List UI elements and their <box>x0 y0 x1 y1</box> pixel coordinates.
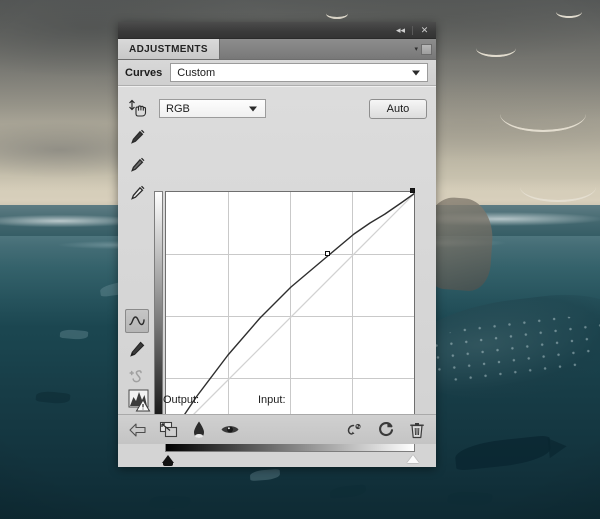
adjustments-panel[interactable]: ◂◂ ✕ ADJUSTMENTS ▾ Curves Custom RGB Aut… <box>118 22 436 467</box>
titlebar-divider <box>412 25 413 35</box>
panel-menu-group[interactable]: ▾ <box>414 39 436 59</box>
histogram-icon[interactable] <box>128 388 154 412</box>
toggle-layer-visibility-icon[interactable] <box>220 420 240 440</box>
curves-tool-strip[interactable] <box>122 125 152 389</box>
curve-point-white[interactable] <box>410 188 415 193</box>
pencil-draw-icon[interactable] <box>125 337 149 361</box>
black-point-eyedropper-icon[interactable] <box>125 125 149 149</box>
collapse-icon[interactable]: ◂◂ <box>393 24 408 37</box>
input-gradient-bar <box>165 443 415 452</box>
preset-value: Custom <box>177 66 216 79</box>
preset-dropdown[interactable]: Custom <box>170 63 428 82</box>
view-previous-state-icon[interactable] <box>345 420 365 440</box>
chevron-down-icon[interactable] <box>249 106 257 111</box>
output-readout: Output: <box>163 394 200 406</box>
edit-points-curve-icon[interactable] <box>125 309 149 333</box>
panel-menu-caret-icon[interactable]: ▾ <box>414 45 418 53</box>
auto-button[interactable]: Auto <box>369 98 427 119</box>
black-input-slider[interactable] <box>162 455 174 466</box>
panel-body: RGB Auto Output: Input: <box>118 86 436 466</box>
clip-to-layer-icon[interactable] <box>158 420 178 440</box>
white-input-slider[interactable] <box>407 455 419 463</box>
channel-value: RGB <box>166 102 190 115</box>
close-icon[interactable]: ✕ <box>417 24 432 37</box>
channel-dropdown[interactable]: RGB <box>159 99 266 118</box>
curves-preset-row: Curves Custom <box>118 60 436 86</box>
white-point-eyedropper-icon[interactable] <box>125 181 149 205</box>
curve-readout-row: Output: Input: <box>118 385 436 415</box>
panel-titlebar: ◂◂ ✕ <box>118 22 436 39</box>
channel-row: RGB Auto <box>118 87 436 123</box>
panel-footer[interactable] <box>118 414 436 444</box>
input-readout: Input: <box>258 394 286 406</box>
curve-point-mid[interactable] <box>325 251 330 256</box>
chevron-down-icon[interactable] <box>412 70 420 75</box>
tab-adjustments[interactable]: ADJUSTMENTS <box>118 39 220 59</box>
toggle-preset-icon[interactable] <box>189 420 209 440</box>
panel-menu-button[interactable] <box>421 43 432 55</box>
return-to-adjustment-list-icon[interactable] <box>127 420 147 440</box>
gray-point-eyedropper-icon[interactable] <box>125 153 149 177</box>
panel-tabbar[interactable]: ADJUSTMENTS ▾ <box>118 39 436 60</box>
delete-adjustment-icon[interactable] <box>407 420 427 440</box>
reset-adjustment-icon[interactable] <box>376 420 396 440</box>
on-image-adjust-icon[interactable] <box>128 98 150 120</box>
curves-label: Curves <box>125 66 163 79</box>
